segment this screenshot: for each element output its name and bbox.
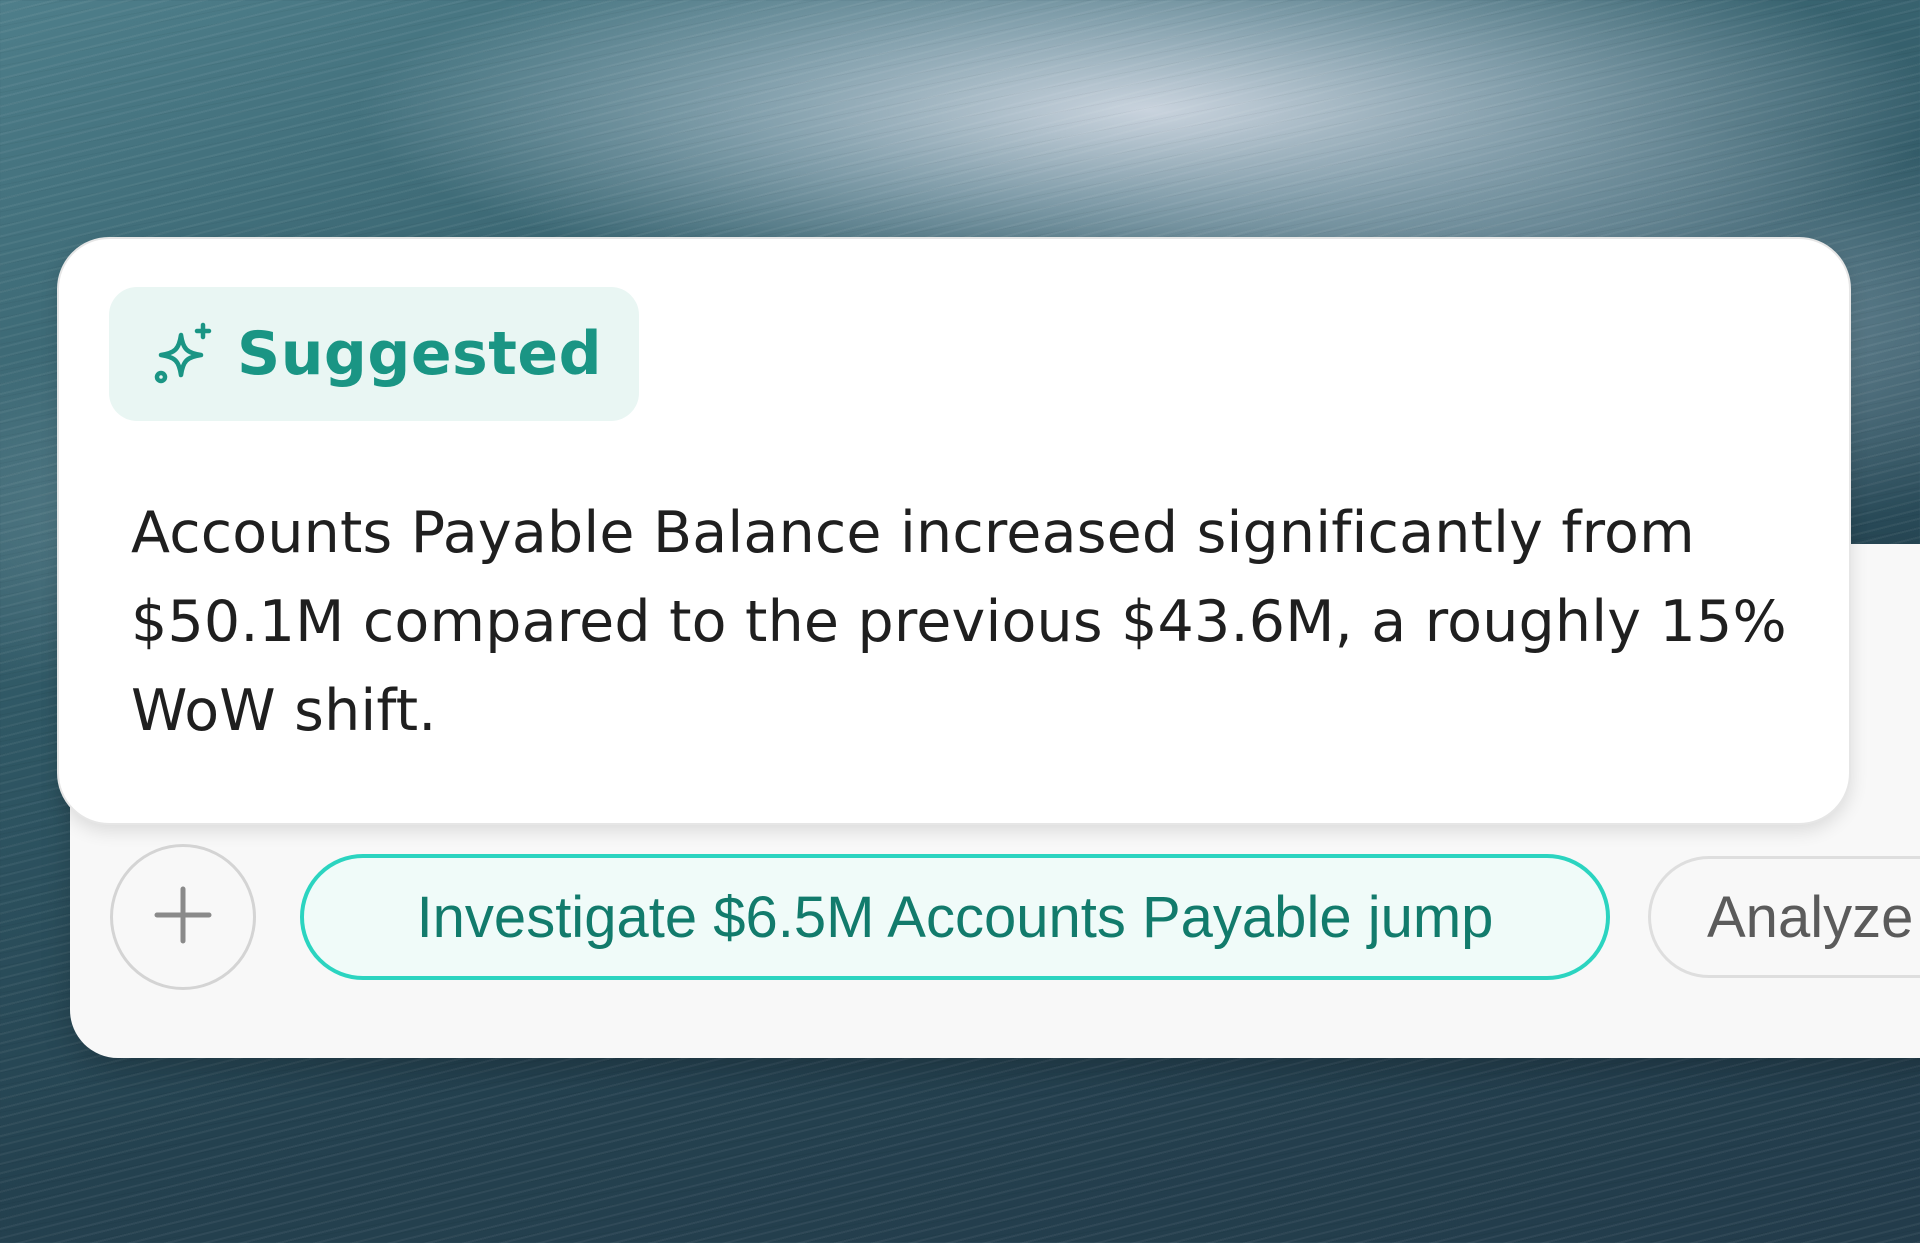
analyze-suggestion-chip[interactable]: Analyze [1648, 856, 1920, 978]
suggestion-card: Suggested Accounts Payable Balance incre… [57, 237, 1851, 825]
investigate-suggestion-chip[interactable]: Investigate $6.5M Accounts Payable jump [300, 854, 1610, 980]
sparkle-icon [151, 321, 217, 387]
suggested-badge: Suggested [109, 287, 639, 421]
add-button[interactable] [110, 844, 256, 990]
plus-icon [151, 883, 215, 951]
insight-text: Accounts Payable Balance increased signi… [131, 500, 1787, 744]
badge-label: Suggested [237, 319, 603, 389]
